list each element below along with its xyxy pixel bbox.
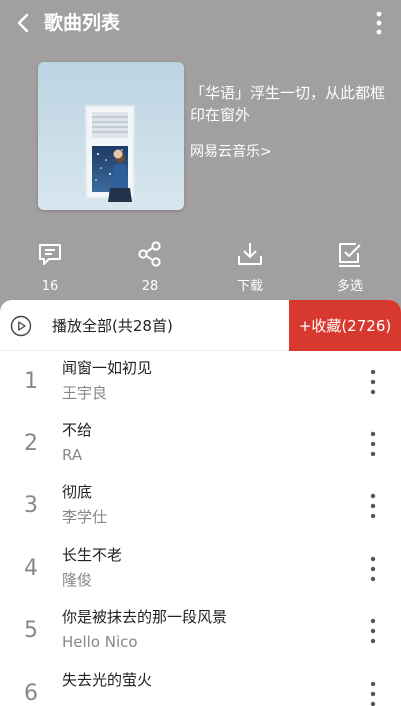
more-vertical-icon: [370, 556, 376, 582]
song-artist: 王宇良: [62, 384, 108, 402]
more-vertical-icon: [376, 11, 382, 35]
song-index: 2: [24, 431, 38, 456]
comment-count: 16: [41, 279, 59, 294]
song-artist: Hello Nico: [62, 633, 138, 651]
song-title: 失去光的萤火: [62, 671, 153, 689]
collect-button[interactable]: +收藏(2726): [289, 300, 401, 351]
song-title: 闻窗一如初见: [62, 359, 153, 377]
chevron-left-icon: [17, 13, 29, 33]
song-row[interactable]: 5 你是被抹去的那一段风景 Hello Nico: [0, 600, 401, 662]
song-title: 你是被抹去的那一段风景: [62, 608, 228, 626]
song-index: 3: [24, 493, 38, 518]
song-title: 不给: [62, 421, 93, 439]
more-vertical-icon: [370, 493, 376, 519]
download-label: 下载: [236, 279, 263, 294]
song-more-button[interactable]: [365, 367, 381, 397]
more-vertical-icon: [370, 618, 376, 644]
play-all-label[interactable]: 播放全部(共28首): [52, 315, 173, 337]
song-more-button[interactable]: [365, 491, 381, 521]
share-count: 28: [141, 279, 159, 294]
song-index: 5: [24, 618, 38, 643]
song-title: 长生不老: [62, 546, 123, 564]
share-button[interactable]: 28: [110, 236, 190, 300]
song-artist: 隆俊: [62, 571, 93, 589]
song-artist: 李学仕: [62, 508, 108, 526]
page-title: 歌曲列表: [44, 12, 121, 34]
song-title: 彻底: [62, 483, 93, 501]
comment-button[interactable]: 16: [10, 236, 90, 300]
playlist-cover[interactable]: [38, 62, 184, 210]
song-more-button[interactable]: [365, 554, 381, 584]
song-more-button[interactable]: [365, 429, 381, 459]
back-button[interactable]: [10, 10, 36, 36]
song-index: 4: [24, 556, 38, 581]
more-vertical-icon: [370, 681, 376, 706]
download-button[interactable]: 下载: [210, 236, 290, 300]
song-more-button[interactable]: [365, 679, 381, 706]
cover-artwork: [38, 62, 184, 210]
song-row[interactable]: 1 闻窗一如初见 王宇良: [0, 351, 401, 413]
song-more-button[interactable]: [365, 616, 381, 646]
song-row[interactable]: 4 长生不老 隆俊: [0, 538, 401, 600]
playlist-creator-link[interactable]: 网易云音乐>: [190, 142, 272, 162]
top-bar: 歌曲列表: [0, 0, 401, 46]
song-row[interactable]: 2 不给 RA: [0, 413, 401, 475]
song-row[interactable]: 6 失去光的萤火: [0, 663, 401, 706]
share-icon: [138, 241, 161, 267]
multi-select-button[interactable]: 多选: [310, 236, 390, 300]
more-options-button[interactable]: [369, 9, 389, 37]
playlist-name: 「华语」浮生一切，从此都框印在窗外: [190, 84, 386, 124]
multi-select-label: 多选: [336, 279, 363, 294]
action-bar: 16 28 下载 多选: [0, 236, 401, 300]
song-artist: RA: [62, 446, 83, 464]
download-icon: [238, 243, 262, 265]
song-list-panel: 播放全部(共28首) +收藏(2726) 1 闻窗一如初见 王宇良 2 不给 R…: [0, 300, 401, 706]
comment-icon: [39, 244, 61, 265]
play-all-row[interactable]: 播放全部(共28首) +收藏(2726): [0, 300, 401, 351]
song-index: 1: [24, 369, 38, 394]
multi-select-icon: [339, 243, 361, 267]
more-vertical-icon: [370, 369, 376, 395]
more-vertical-icon: [370, 431, 376, 457]
song-row[interactable]: 3 彻底 李学仕: [0, 475, 401, 537]
song-index: 6: [24, 681, 38, 706]
play-circle-icon[interactable]: [10, 315, 32, 337]
